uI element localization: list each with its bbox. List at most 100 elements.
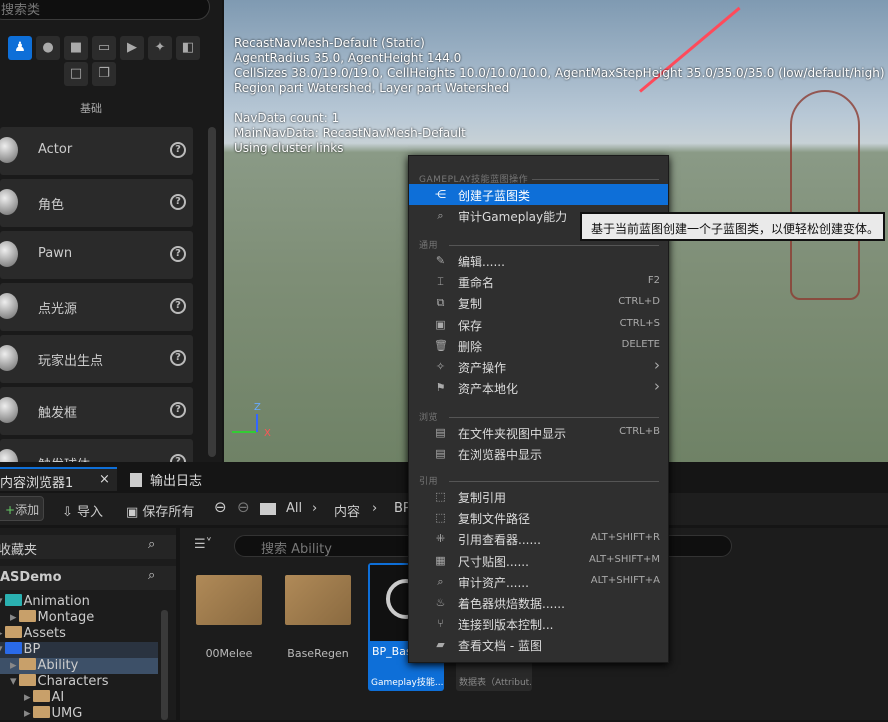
help-icon[interactable]: ? xyxy=(170,402,186,418)
tree-item-label: AI xyxy=(51,690,65,705)
favorites-header[interactable]: 收藏夹 ⌕ xyxy=(0,535,176,559)
add-button[interactable]: +添加 xyxy=(0,496,44,521)
chevron-down-icon[interactable]: ▾ xyxy=(0,594,3,609)
tab-output-log[interactable]: 输出日志 xyxy=(130,467,202,491)
menu-item[interactable]: ▦ 尺寸贴图...... ALT+SHIFT+M xyxy=(409,550,668,571)
class-search-input[interactable]: 搜索类 xyxy=(0,0,210,20)
menu-item-label: 资产本地化 xyxy=(458,382,519,397)
breadcrumb-content[interactable]: 内容 xyxy=(334,501,360,520)
sparkles-icon[interactable]: ✦ xyxy=(148,36,172,60)
axis-z-line xyxy=(256,414,258,432)
chevron-right-icon[interactable]: ▸ xyxy=(24,706,31,721)
pencil-icon: ✎ xyxy=(435,254,446,267)
search-icon[interactable]: ⌕ xyxy=(148,568,155,583)
menu-item-label: 着色器烘焙数据...... xyxy=(458,597,565,611)
menu-item[interactable]: ▣ 保存 CTRL+S xyxy=(409,314,668,335)
folder-tile[interactable]: 00Melee xyxy=(194,565,264,665)
box-outline-icon[interactable]: □ xyxy=(64,62,88,86)
menu-item[interactable]: ⚑ 资产本地化 › xyxy=(409,377,668,398)
tree-item-label: Assets xyxy=(23,626,66,641)
menu-item-label: 复制文件路径 xyxy=(458,512,531,527)
forward-icon[interactable]: ⊖ xyxy=(237,498,250,516)
actor-item[interactable]: 触发框? xyxy=(0,387,193,435)
tree-item[interactable]: ▾ BP xyxy=(0,642,40,658)
menu-item[interactable]: ✧ 资产操作 › xyxy=(409,356,668,377)
back-icon[interactable]: ⊖ xyxy=(214,498,227,516)
menu-item-label: 尺寸贴图...... xyxy=(458,554,529,569)
help-icon[interactable]: ? xyxy=(170,142,186,158)
folder-search-icon: ▤ xyxy=(435,426,446,439)
copy-path-icon: ⬚ xyxy=(435,511,446,525)
menu-item-label: 复制引用 xyxy=(458,491,507,505)
actor-thumbnail-icon xyxy=(0,293,18,319)
close-icon[interactable]: × xyxy=(99,472,110,487)
tree-item[interactable]: ▸ Montage xyxy=(10,610,94,626)
scrollbar[interactable] xyxy=(161,610,168,720)
tree-item[interactable]: ▸ Assets xyxy=(0,626,66,642)
menu-item[interactable]: ⬚ 复制引用 xyxy=(409,486,668,507)
stat-line: NavData count: 1 xyxy=(234,111,340,125)
cube-icon[interactable]: ■ xyxy=(64,36,88,60)
shortcut-label: CTRL+D xyxy=(618,296,660,308)
menu-item[interactable]: ▤ 在文件夹视图中显示 CTRL+B xyxy=(409,422,668,443)
audit-icon: ⌕ xyxy=(437,574,444,588)
import-button[interactable]: ⇩ 导入 xyxy=(62,501,103,520)
folder-icon xyxy=(32,690,50,702)
menu-item[interactable]: 🗑 删除 DELETE xyxy=(409,335,668,356)
filter-icon[interactable]: ☰˅ xyxy=(194,537,212,552)
project-header[interactable]: ASDemo ⌕ xyxy=(0,566,176,590)
stack-icon[interactable]: ❐ xyxy=(92,62,116,86)
actor-item[interactable]: Pawn? xyxy=(0,231,193,279)
help-icon[interactable]: ? xyxy=(170,246,186,262)
menu-item[interactable]: ⋲ 创建子蓝图类 xyxy=(409,184,668,205)
menu-item[interactable]: ⬚ 复制文件路径 xyxy=(409,507,668,528)
menu-item[interactable]: ⌶ 重命名 F2 xyxy=(409,271,668,292)
chevron-down-icon[interactable]: ▾ xyxy=(10,674,17,689)
media-play-icon[interactable]: ▶ xyxy=(120,36,144,60)
menu-item[interactable]: ✎ 编辑...... xyxy=(409,250,668,271)
save-all-button[interactable]: ▣ 保存所有 xyxy=(126,501,194,520)
search-icon[interactable]: ⌕ xyxy=(148,537,155,552)
actor-item[interactable]: 点光源? xyxy=(0,283,193,331)
actor-thumbnail-icon xyxy=(0,397,18,423)
tree-item[interactable]: ▾ Characters xyxy=(10,674,109,690)
tab-content-browser[interactable]: 内容浏览器1 × xyxy=(0,467,117,491)
tree-item[interactable]: ▾ Animation xyxy=(0,594,90,610)
tree-item[interactable]: ▸ AI xyxy=(24,690,64,706)
actor-item[interactable]: 玩家出生点? xyxy=(0,335,193,383)
folder-tile[interactable]: BaseRegen xyxy=(283,565,353,665)
menu-item[interactable]: ⁜ 引用查看器...... ALT+SHIFT+R xyxy=(409,528,668,549)
actor-people-icon[interactable]: ♟ xyxy=(8,36,32,60)
breadcrumb-all[interactable]: All xyxy=(286,501,302,516)
help-icon[interactable]: ? xyxy=(170,194,186,210)
actor-label: Actor xyxy=(38,142,73,157)
chevron-right-icon[interactable]: ▸ xyxy=(10,610,17,625)
chevron-right-icon[interactable]: ▸ xyxy=(24,690,31,705)
actor-item[interactable]: Actor? xyxy=(0,127,193,175)
menu-item[interactable]: ⧉ 复制 CTRL+D xyxy=(409,292,668,313)
axis-z-label: Z xyxy=(254,402,261,413)
menu-item[interactable]: ⌕ 审计资产...... ALT+SHIFT+A xyxy=(409,571,668,592)
menu-item[interactable]: ⑂ 连接到版本控制... xyxy=(409,613,668,634)
menu-item[interactable]: ▤ 在浏览器中显示 xyxy=(409,443,668,464)
tooltip: 基于当前蓝图创建一个子蓝图类，以便轻松创建变体。 xyxy=(580,212,885,241)
shortcut-label: ALT+SHIFT+A xyxy=(590,574,660,586)
scrollbar[interactable] xyxy=(208,127,216,457)
tree-item[interactable]: ▸ Ability xyxy=(10,658,78,674)
save-icon: ▣ xyxy=(435,317,446,331)
chevron-down-icon[interactable]: ▾ xyxy=(0,642,3,657)
chevron-right-icon[interactable]: ▸ xyxy=(0,626,3,641)
menu-item-label: 保存 xyxy=(458,318,483,333)
chevron-right-icon[interactable]: ▸ xyxy=(10,658,17,673)
menu-item[interactable]: ♨ 着色器烘焙数据...... xyxy=(409,592,668,613)
chevron-right-icon: › xyxy=(654,377,660,396)
actor-item[interactable]: 角色? xyxy=(0,179,193,227)
menu-item[interactable]: ▰ 查看文档 - 蓝图 xyxy=(409,634,668,655)
clapperboard-icon[interactable]: ▭ xyxy=(92,36,116,60)
help-icon[interactable]: ? xyxy=(170,350,186,366)
shapes-icon[interactable]: ◧ xyxy=(176,36,200,60)
help-icon[interactable]: ? xyxy=(170,298,186,314)
light-bulb-icon[interactable]: ● xyxy=(36,36,60,60)
shortcut-label: CTRL+B xyxy=(619,426,660,437)
hierarchy-icon: ⋲ xyxy=(435,188,446,201)
